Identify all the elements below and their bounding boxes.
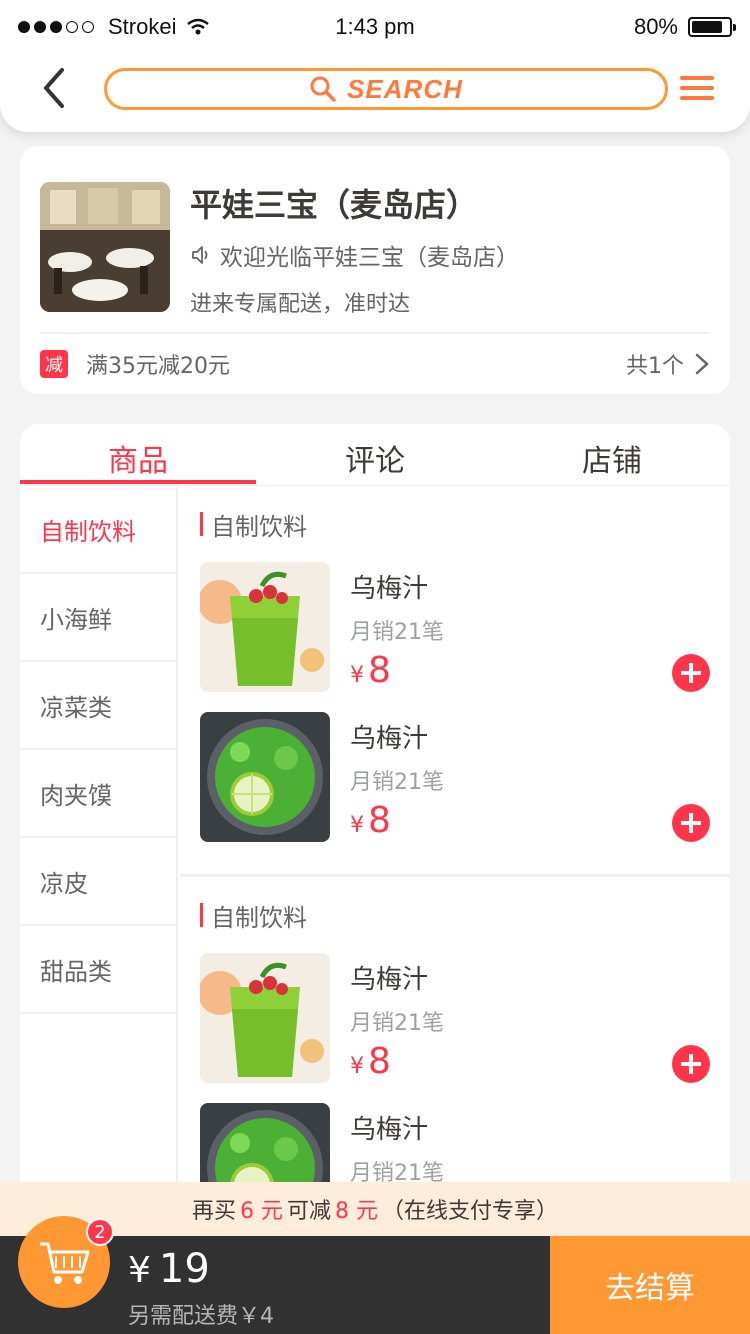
category-item-desserts[interactable]: 甜品类 (20, 926, 176, 1014)
discount-middle: 可减 (286, 1199, 331, 1224)
delivery-text: 进来专属配送，准时达 (190, 292, 411, 317)
status-time: 1:43 pm (335, 14, 415, 39)
product-item[interactable]: 乌梅汁 月销21笔 ¥8 (180, 712, 730, 862)
section-marker (200, 512, 203, 536)
welcome-text: 欢迎光临平娃三宝（麦岛店） (220, 245, 519, 271)
add-to-cart-button[interactable] (672, 1045, 710, 1083)
promo-text: 满35元减20元 (86, 354, 230, 379)
product-photo (200, 712, 330, 842)
category-sidebar: 自制饮料 小海鲜 凉菜类 肉夹馍 凉皮 甜品类 (20, 486, 178, 1184)
discount-amount-needed: 6 元 (239, 1199, 283, 1224)
product-price: ¥8 (350, 800, 391, 841)
section-marker (200, 903, 203, 927)
product-photo (200, 1103, 330, 1184)
section-title: 自制饮料 (211, 512, 307, 541)
product-sales: 月销21笔 (350, 1161, 444, 1184)
checkout-button[interactable]: 去结算 (550, 1236, 750, 1334)
category-item-drinks[interactable]: 自制饮料 (20, 486, 176, 574)
currency-symbol: ¥ (350, 1054, 364, 1079)
currency-symbol: ¥ (350, 813, 364, 838)
status-right: 80% (633, 14, 736, 40)
product-price: ¥8 (350, 650, 391, 691)
search-input[interactable]: SEARCH (104, 68, 668, 110)
product-photo (200, 562, 330, 692)
header-card: Strokei 1:43 pm 80% SEARCH (0, 0, 750, 132)
promo-row[interactable]: 减 满35元减20元 共1个 (40, 344, 710, 384)
shop-announcement: 欢迎光临平娃三宝（麦岛店） (190, 238, 519, 272)
search-icon (310, 76, 336, 102)
chevron-left-icon (44, 68, 64, 108)
tab-products[interactable]: 商品 (20, 436, 256, 480)
price-value: 8 (368, 1041, 391, 1082)
chevron-right-icon (695, 353, 709, 375)
tab-bar: 商品 评论 店铺 (20, 424, 730, 486)
product-sales: 月销21笔 (350, 1011, 444, 1036)
tab-shop[interactable]: 店铺 (494, 436, 730, 480)
hamburger-menu-icon (680, 76, 714, 80)
add-to-cart-button[interactable] (672, 654, 710, 692)
price-value: 8 (368, 650, 391, 691)
delivery-fee: 另需配送费￥4 (128, 1304, 274, 1329)
search-placeholder: SEARCH (347, 73, 463, 104)
promo-count-label: 共1个 (626, 354, 684, 379)
section-title: 自制饮料 (211, 903, 307, 932)
add-to-cart-button[interactable] (672, 804, 710, 842)
product-sales: 月销21笔 (350, 770, 444, 795)
product-item[interactable]: 乌梅汁 月销21笔 ¥8 (180, 562, 730, 712)
discount-prefix: 再买 (191, 1199, 236, 1224)
product-name: 乌梅汁 (350, 965, 429, 995)
product-name: 乌梅汁 (350, 574, 429, 604)
product-name: 乌梅汁 (350, 724, 429, 754)
menu-card: 商品 评论 店铺 自制饮料 小海鲜 凉菜类 肉夹馍 凉皮 甜品类 自制饮料 乌梅… (20, 424, 730, 1184)
product-item[interactable]: 乌梅汁 月销21笔 ¥8 (180, 953, 730, 1103)
discount-badge: 减 (40, 350, 68, 378)
shop-photo (40, 182, 170, 312)
product-item[interactable]: 乌梅汁 月销21笔 (180, 1103, 730, 1184)
currency-symbol: ¥ (350, 663, 364, 688)
back-button[interactable] (36, 66, 76, 110)
cart-total-value: 19 (158, 1246, 210, 1292)
cart-bar: 2 ¥19 另需配送费￥4 去结算 (0, 1216, 750, 1334)
product-sales: 月销21笔 (350, 620, 444, 645)
cart-count-badge: 2 (86, 1218, 114, 1246)
shop-name: 平娃三宝（麦岛店） (190, 186, 479, 224)
battery-icon (688, 17, 736, 37)
menu-button[interactable] (680, 70, 714, 106)
discount-suffix: （在线支付专享） (382, 1199, 559, 1224)
discount-amount-off: 8 元 (335, 1199, 378, 1224)
speaker-icon (192, 246, 208, 264)
cart-total: ¥19 (128, 1246, 210, 1292)
divider (40, 332, 710, 334)
section-header: 自制饮料 (180, 877, 730, 953)
tab-reviews[interactable]: 评论 (257, 436, 493, 480)
category-item-seafood[interactable]: 小海鲜 (20, 574, 176, 662)
shop-card: 平娃三宝（麦岛店） 欢迎光临平娃三宝（麦岛店） 进来专属配送，准时达 减 满35… (20, 146, 730, 394)
shopping-cart-icon (40, 1242, 90, 1284)
nav-row: SEARCH (0, 64, 750, 114)
status-bar: Strokei 1:43 pm 80% (18, 8, 736, 44)
section-header: 自制饮料 (180, 486, 730, 562)
category-item-roujiamo[interactable]: 肉夹馍 (20, 750, 176, 838)
category-item-cold-dishes[interactable]: 凉菜类 (20, 662, 176, 750)
tab-indicator (20, 480, 256, 484)
battery-percent: 80% (633, 14, 678, 39)
promo-count: 共1个 (626, 348, 710, 380)
category-item-liangpi[interactable]: 凉皮 (20, 838, 176, 926)
product-photo (200, 953, 330, 1083)
currency-symbol: ¥ (128, 1250, 151, 1291)
price-value: 8 (368, 800, 391, 841)
product-price: ¥8 (350, 1041, 391, 1082)
product-list: 自制饮料 乌梅汁 月销21笔 ¥8 乌梅汁 月销21笔 ¥ 8 自制饮料 乌梅汁… (180, 486, 730, 1184)
product-name: 乌梅汁 (350, 1115, 429, 1145)
